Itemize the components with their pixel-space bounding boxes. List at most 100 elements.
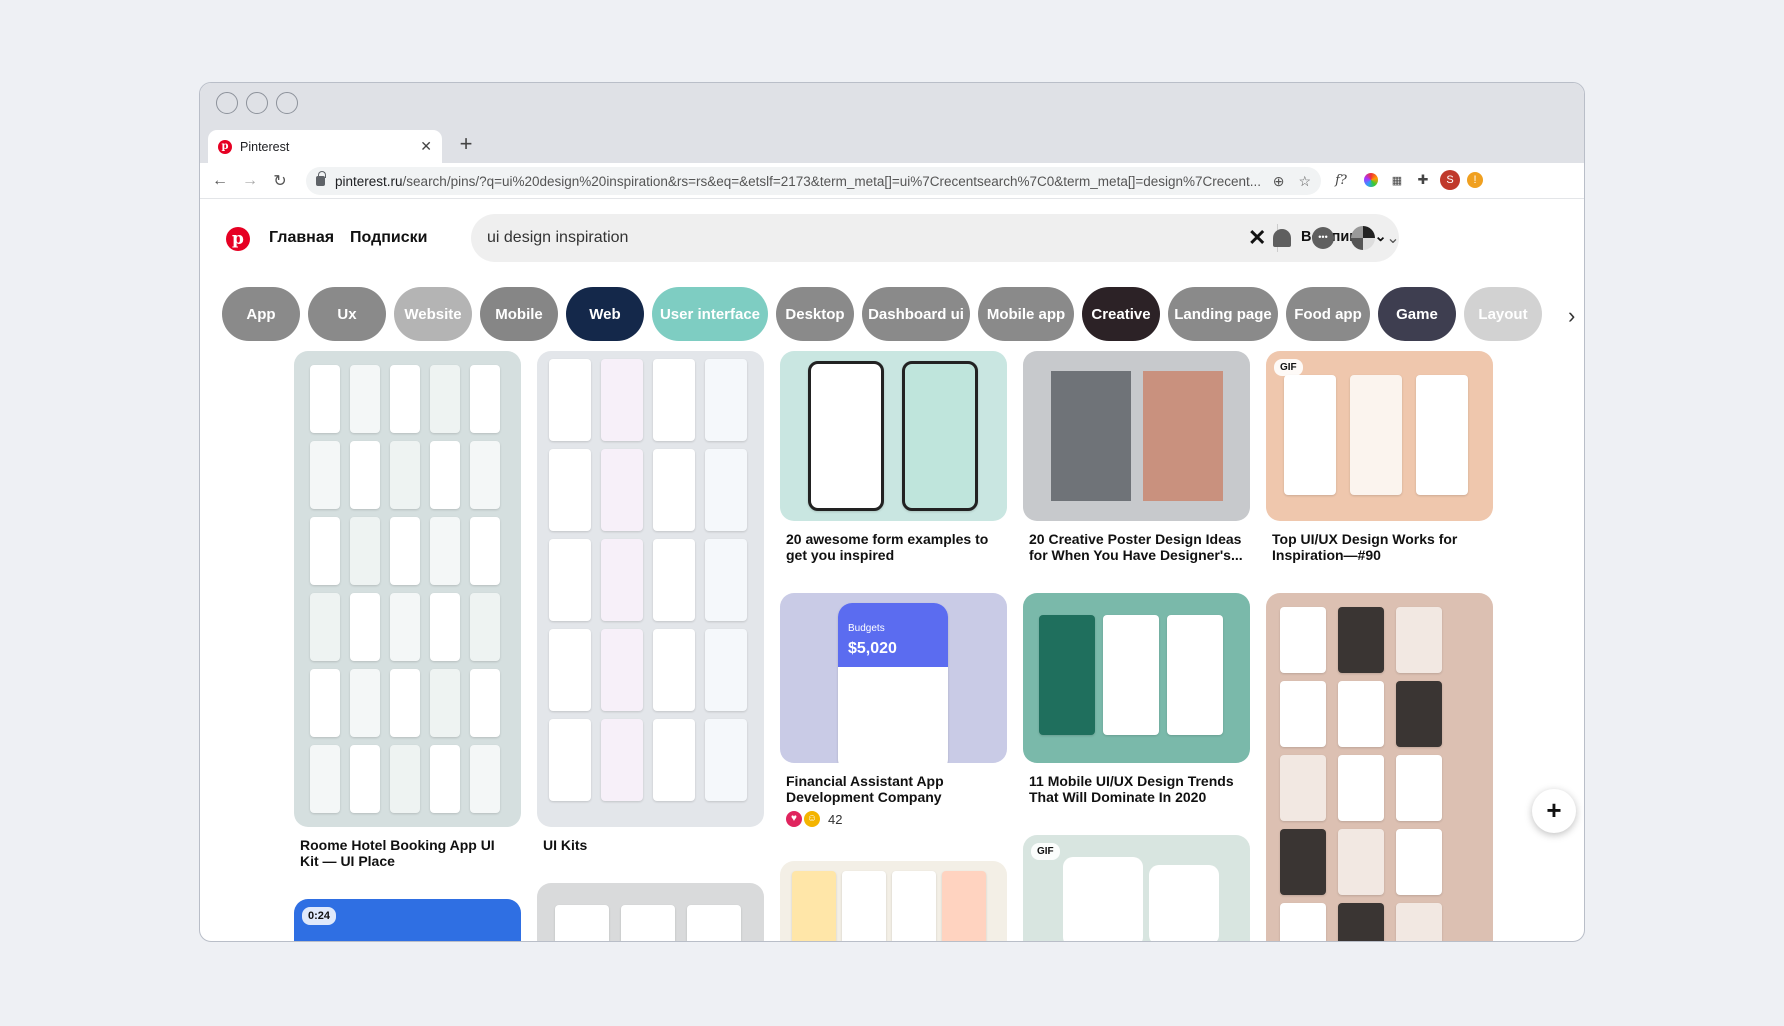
pin-image[interactable] [1266,593,1493,941]
chip-desktop[interactable]: Desktop [776,287,854,341]
pin-image[interactable] [1023,593,1250,763]
title-bar [200,83,1584,123]
screen-thumbnail [601,629,643,711]
pin-image[interactable]: Budgets $5,020 [780,593,1007,763]
screen-thumbnail [310,441,340,509]
screen-thumbnail [792,871,836,941]
pin-image[interactable] [1023,351,1250,521]
pin-card[interactable]: 11 Mobile UI/UX Design Trends That Will … [1023,593,1250,805]
profile-avatar[interactable]: S [1440,170,1460,190]
chip-layout[interactable]: Layout [1464,287,1542,341]
pin-card[interactable]: GIF [1023,835,1250,941]
illustration-card [1063,857,1143,941]
chip-creative[interactable]: Creative [1082,287,1160,341]
pin-image[interactable] [780,351,1007,521]
extension-color-icon[interactable] [1361,170,1381,190]
extension-qr-icon[interactable]: ▦ [1387,170,1407,190]
pin-card[interactable] [1266,593,1493,941]
pin-card[interactable]: UI Kits [537,351,764,853]
pin-card[interactable]: Budgets $5,020 Financial Assistant App D… [780,593,1007,827]
address-bar[interactable]: pinterest.ru/search/pins/?q=ui%20design%… [306,167,1321,195]
pin-title[interactable]: Financial Assistant App Development Comp… [786,773,1001,805]
screen-thumbnail [1396,607,1442,673]
bookmark-star-icon[interactable]: ☆ [1298,173,1311,190]
chip-web[interactable]: Web [566,287,644,341]
account-chevron-icon[interactable]: ⌄ [1380,225,1406,251]
pin-image[interactable] [537,883,764,941]
pin-image[interactable]: 0:24 [294,899,521,941]
tab-pinterest[interactable]: p Pinterest ✕ [208,130,442,163]
close-window-button[interactable] [216,92,238,114]
maximize-window-button[interactable] [276,92,298,114]
budget-value: $5,020 [848,640,897,657]
screen-thumbnail [555,905,609,941]
chip-mobile[interactable]: Mobile [480,287,558,341]
add-pin-button[interactable]: + [1532,789,1576,833]
pin-title[interactable]: Roome Hotel Booking App UI Kit — UI Plac… [300,837,515,869]
screen-thumbnail [1350,375,1402,495]
pin-card[interactable]: Roome Hotel Booking App UI Kit — UI Plac… [294,351,521,869]
chips-next-arrow-icon[interactable]: › [1568,303,1575,329]
pinterest-logo[interactable]: p [226,227,250,251]
illustration-card [1149,865,1219,941]
tab-close-icon[interactable]: ✕ [420,138,432,155]
screen-thumbnail [621,905,675,941]
chip-user-interface[interactable]: User interface [652,287,768,341]
pin-title[interactable]: UI Kits [543,837,758,853]
screen-thumbnail [1338,903,1384,941]
pin-card[interactable] [537,883,764,941]
pin-title[interactable]: 20 Creative Poster Design Ideas for When… [1029,531,1244,563]
pin-title[interactable]: 20 awesome form examples to get you insp… [786,531,1001,563]
pin-title[interactable]: Top UI/UX Design Works for Inspiration—#… [1272,531,1487,563]
pin-image[interactable]: GIF [1023,835,1250,941]
nav-following[interactable]: Подписки [350,229,427,247]
back-arrow-icon[interactable]: ← [205,172,235,190]
pin-card[interactable]: 20 awesome form examples to get you insp… [780,351,1007,563]
new-tab-button[interactable]: + [452,130,480,158]
chip-dashboard-ui[interactable]: Dashboard ui [862,287,970,341]
chip-game[interactable]: Game [1378,287,1456,341]
search-input[interactable] [487,229,1247,247]
update-alert-icon[interactable]: ! [1467,172,1483,188]
pin-card[interactable]: 0:24 [294,899,521,941]
search-bar: ✕ Все пины ⌄ [471,214,1399,262]
pin-image[interactable] [537,351,764,827]
notifications-bell-icon[interactable] [1269,225,1295,251]
pin-title[interactable]: 11 Mobile UI/UX Design Trends That Will … [1029,773,1244,805]
screen-thumbnail [705,449,747,531]
screen-thumbnail [1280,607,1326,673]
screen-thumbnail [601,539,643,621]
screen-thumbnail [350,745,380,813]
extensions-puzzle-icon[interactable]: ✚ [1413,170,1433,190]
install-app-icon[interactable]: ⊕ [1273,173,1285,190]
pin-card[interactable]: 20 Creative Poster Design Ideas for When… [1023,351,1250,563]
budget-phone-mockup: Budgets $5,020 [838,603,948,763]
reload-icon[interactable]: ↻ [265,171,295,191]
screen-thumbnail [430,669,460,737]
extension-fx-icon[interactable]: f? [1331,170,1351,190]
chip-mobile-app[interactable]: Mobile app [978,287,1074,341]
messages-chat-icon[interactable]: ••• [1310,225,1336,251]
pin-card[interactable] [780,861,1007,941]
chip-landing-page[interactable]: Landing page [1168,287,1278,341]
chip-food-app[interactable]: Food app [1286,287,1370,341]
clear-search-icon[interactable]: ✕ [1248,225,1266,251]
screen-thumbnail [653,719,695,801]
forward-arrow-icon[interactable]: → [235,172,265,190]
user-avatar[interactable] [1350,225,1376,251]
pin-image[interactable] [780,861,1007,941]
url-text[interactable]: pinterest.ru/search/pins/?q=ui%20design%… [335,174,1263,189]
screen-thumbnail [1103,615,1159,735]
nav-home[interactable]: Главная [269,229,334,247]
screen-thumbnail [430,365,460,433]
reactions: ♥ ☺ 42 [786,811,1001,827]
chip-app[interactable]: App [222,287,300,341]
screen-thumbnail [1338,829,1384,895]
pin-image[interactable] [294,351,521,827]
chip-ux[interactable]: Ux [308,287,386,341]
pin-card[interactable]: GIF Top UI/UX Design Works for Inspirati… [1266,351,1493,563]
pin-image[interactable]: GIF [1266,351,1493,521]
heart-reaction-icon: ♥ [786,811,802,827]
minimize-window-button[interactable] [246,92,268,114]
chip-website[interactable]: Website [394,287,472,341]
